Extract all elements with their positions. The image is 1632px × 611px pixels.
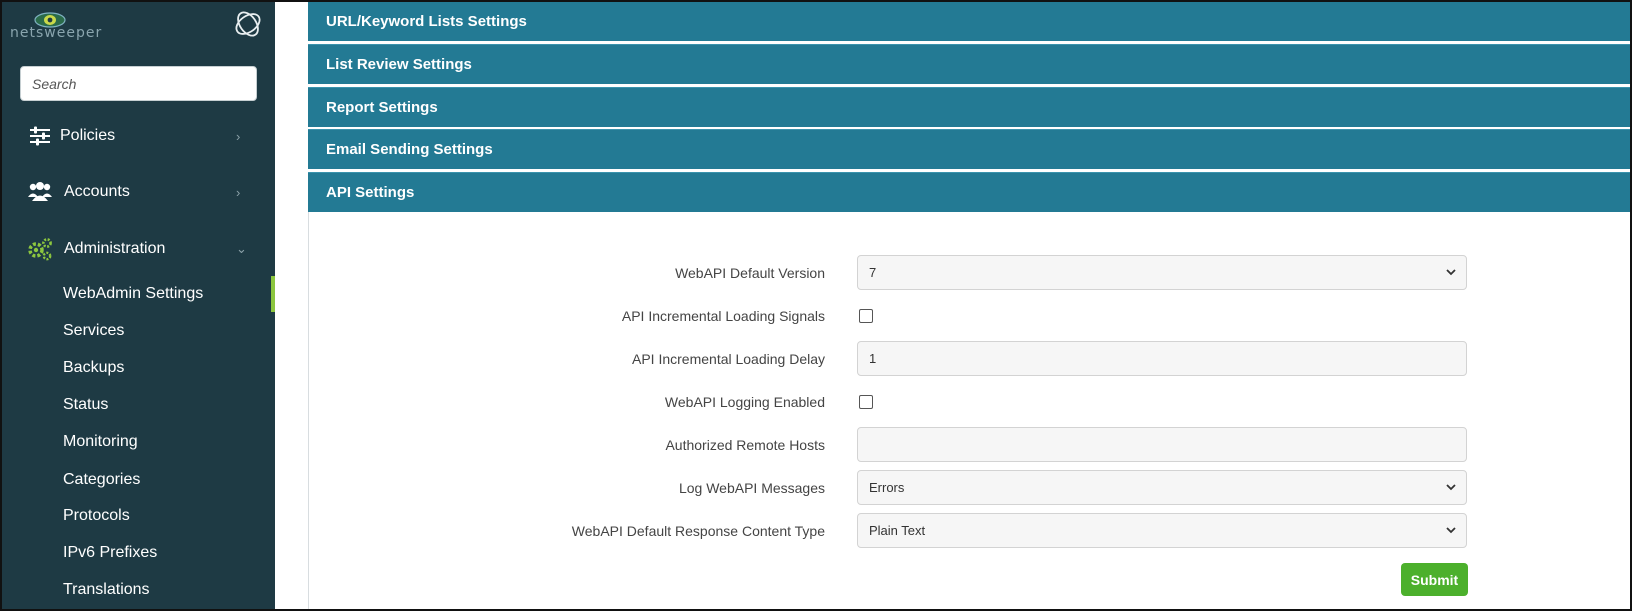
netsweeper-orbit-mark-icon[interactable] (230, 6, 266, 42)
submit-button[interactable]: Submit (1401, 563, 1468, 596)
section-title: Email Sending Settings (326, 141, 493, 158)
sidebar-item-label: Status (63, 396, 109, 413)
brand-wordmark: netsweeper (10, 25, 103, 41)
sidebar-item-backups[interactable]: Backups (0, 351, 275, 385)
section-api-settings[interactable]: API Settings (308, 172, 1630, 212)
webapi-logging-enabled-checkbox[interactable] (859, 395, 873, 409)
select-value: Plain Text (869, 523, 926, 538)
webapi-default-response-content-type-select[interactable]: Plain Text (857, 513, 1467, 548)
sidebar-item-label: Categories (63, 471, 141, 488)
nav-label-policies: Policies (60, 127, 116, 144)
nav-label-administration: Administration (64, 240, 166, 257)
sidebar-item-label: Protocols (63, 507, 130, 524)
select-value: 7 (869, 265, 877, 280)
sliders-icon (26, 122, 54, 150)
section-report-settings[interactable]: Report Settings (308, 87, 1630, 127)
api-settings-panel: WebAPI Default Version 7 API Incremental… (308, 212, 1630, 611)
sidebar-item-ipv6-prefixes[interactable]: IPv6 Prefixes (0, 536, 275, 570)
section-title: List Review Settings (326, 56, 472, 73)
label-log-webapi-messages: Log WebAPI Messages (678, 480, 825, 496)
select-value: Errors (869, 480, 905, 495)
label-api-incremental-loading-signals: API Incremental Loading Signals (621, 308, 825, 324)
nav-item-administration[interactable]: Administration ⌄ (0, 229, 275, 269)
label-authorized-remote-hosts: Authorized Remote Hosts (665, 437, 825, 453)
sidebar-item-protocols[interactable]: Protocols (0, 499, 275, 533)
chevron-down-icon (1446, 269, 1456, 276)
sidebar-item-services[interactable]: Services (0, 314, 275, 348)
authorized-remote-hosts-input[interactable] (857, 427, 1467, 462)
section-list-review[interactable]: List Review Settings (308, 44, 1630, 84)
search-input[interactable] (20, 66, 257, 101)
label-webapi-logging-enabled: WebAPI Logging Enabled (664, 394, 825, 410)
chevron-right-icon: › (236, 128, 241, 144)
sidebar-item-webadmin-settings[interactable]: WebAdmin Settings (0, 277, 275, 311)
label-webapi-default-response-content-type: WebAPI Default Response Content Type (571, 523, 825, 539)
section-title: Report Settings (326, 99, 438, 116)
nav-item-policies[interactable]: Policies › (0, 116, 275, 156)
sidebar-item-label: Services (63, 322, 125, 339)
section-title: URL/Keyword Lists Settings (326, 13, 527, 30)
sidebar-item-label: WebAdmin Settings (63, 285, 204, 302)
sidebar-item-label: Backups (63, 359, 125, 376)
sidebar-item-label: IPv6 Prefixes (63, 544, 158, 561)
sidebar-item-label: Monitoring (63, 433, 138, 450)
users-icon (26, 178, 54, 206)
sidebar-item-monitoring[interactable]: Monitoring (0, 425, 275, 459)
nav-label-accounts: Accounts (64, 183, 130, 200)
input-value: 1 (869, 351, 877, 366)
chevron-right-icon: › (236, 184, 241, 200)
section-title: API Settings (326, 184, 415, 201)
log-webapi-messages-select[interactable]: Errors (857, 470, 1467, 505)
sidebar-item-status[interactable]: Status (0, 388, 275, 422)
chevron-down-icon: ⌄ (236, 241, 247, 256)
chevron-down-icon (1446, 484, 1456, 491)
chevron-down-icon (1446, 527, 1456, 534)
webapi-default-version-select[interactable]: 7 (857, 255, 1467, 290)
nav-item-accounts[interactable]: Accounts › (0, 172, 275, 212)
api-incremental-loading-delay-input[interactable]: 1 (857, 341, 1467, 376)
main-content: URL/Keyword Lists Settings List Review S… (308, 0, 1630, 611)
sidebar-item-categories[interactable]: Categories (0, 463, 275, 497)
label-webapi-default-version: WebAPI Default Version (675, 265, 825, 281)
section-email-sending[interactable]: Email Sending Settings (308, 129, 1630, 169)
label-api-incremental-loading-delay: API Incremental Loading Delay (632, 351, 825, 367)
section-url-keyword-lists[interactable]: URL/Keyword Lists Settings (308, 1, 1630, 41)
api-incremental-loading-signals-checkbox[interactable] (859, 309, 873, 323)
sidebar-item-translations[interactable]: Translations (0, 573, 275, 607)
sidebar-item-label: Translations (63, 581, 150, 598)
gears-icon (26, 235, 54, 263)
sidebar: netsweeper Policies › (0, 0, 275, 611)
